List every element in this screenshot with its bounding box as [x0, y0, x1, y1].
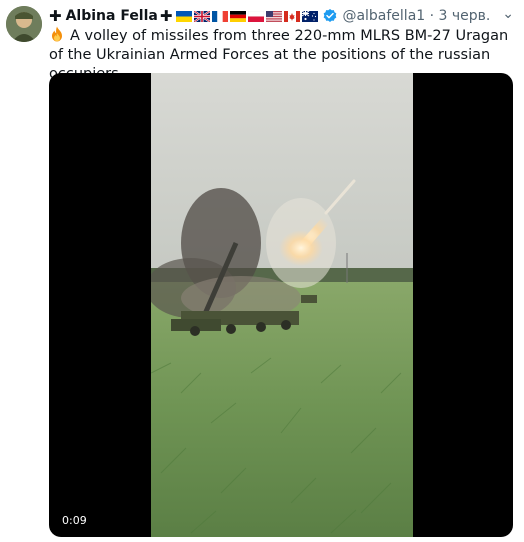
flag-list	[176, 10, 320, 22]
cross-icon: ✚	[159, 7, 173, 25]
timestamp[interactable]: 3 черв.	[439, 8, 491, 24]
tweet[interactable]: ✚ Albina Fella ✚ @albafella1 · 3 черв. ⌄…	[0, 0, 524, 542]
timestamp-separator: ·	[429, 8, 435, 24]
flag-germany-icon	[230, 10, 247, 22]
display-name[interactable]: Albina Fella	[66, 8, 158, 24]
verified-badge-icon	[324, 9, 337, 22]
fire-emoji-icon	[52, 26, 62, 42]
flag-ukraine-icon	[176, 10, 193, 22]
video-player[interactable]: 0:09	[49, 73, 513, 537]
user-handle[interactable]: @albafella1	[342, 8, 425, 24]
tweet-header: ✚ Albina Fella ✚ @albafella1 · 3 черв.	[49, 6, 490, 26]
flag-france-icon	[212, 10, 229, 22]
flag-poland-icon	[248, 10, 265, 22]
flag-usa-icon	[266, 10, 283, 22]
video-thumbnail	[151, 73, 413, 537]
avatar[interactable]	[6, 6, 42, 42]
flag-canada-icon	[284, 10, 301, 22]
flag-uk-icon	[194, 10, 211, 22]
more-options-icon[interactable]: ⌄	[502, 6, 514, 22]
flag-australia-icon	[302, 10, 319, 22]
cross-icon: ✚	[49, 7, 62, 25]
video-duration: 0:09	[57, 512, 92, 529]
